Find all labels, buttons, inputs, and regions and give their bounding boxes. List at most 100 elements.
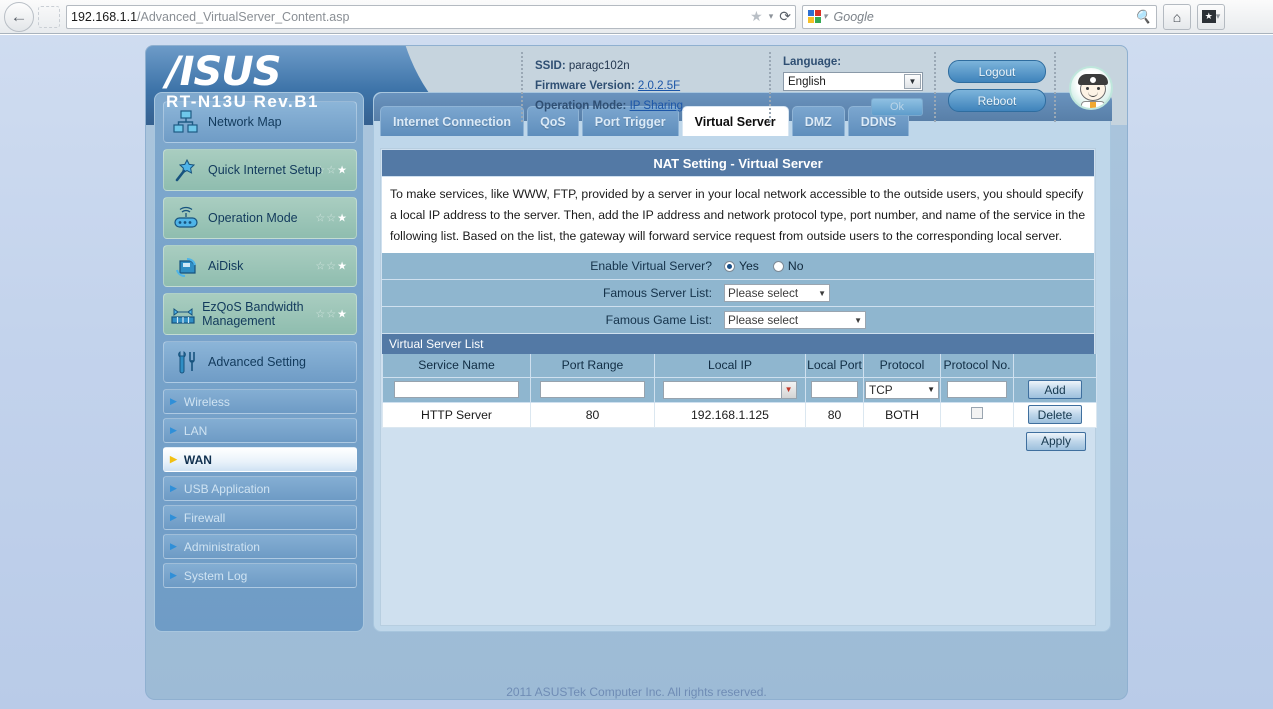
home-button[interactable]: ⌂ <box>1163 3 1191 30</box>
home-icon: ⌂ <box>1172 8 1182 25</box>
ssid-line: SSID: paragc102n <box>535 56 757 76</box>
operation-mode-label: Operation Mode: <box>535 100 627 112</box>
setting-label: Famous Server List: <box>602 286 712 300</box>
cell-port-range-input[interactable] <box>530 376 655 403</box>
sidebar-item-administration[interactable]: ▶ Administration <box>163 534 357 559</box>
device-info: SSID: paragc102n Firmware Version: 2.0.2… <box>521 52 771 122</box>
sidebar-item-stars: ☆☆★ <box>315 308 348 321</box>
doctor-mascot-icon <box>1069 66 1113 110</box>
search-engine-chevron-icon[interactable]: ▾ <box>823 11 828 22</box>
triangle-right-icon: ▶ <box>170 541 177 551</box>
radio-no[interactable]: No <box>772 259 804 273</box>
service-name-input[interactable] <box>394 381 519 398</box>
tools-icon <box>164 350 208 374</box>
famous-game-list-value: Please select <box>728 313 799 327</box>
radio-no-icon <box>772 260 784 272</box>
chevron-down-icon[interactable]: ▼ <box>780 381 796 398</box>
sidebar-item-label: Quick Internet Setup <box>208 163 322 177</box>
cell-protocol-no-input[interactable] <box>940 376 1014 403</box>
cell-service-name-input[interactable] <box>382 376 531 403</box>
sidebar-item-wan[interactable]: ▶ WAN <box>163 447 357 472</box>
protocol-no-input[interactable] <box>946 381 1008 398</box>
sidebar-item-stars: ☆☆★ <box>315 260 348 273</box>
column-header-port-range: Port Range <box>530 354 655 378</box>
table-entry-row: ▼ TCP ▼ Add <box>382 376 1097 403</box>
local-ip-input[interactable]: ▼ <box>663 380 797 399</box>
cell-port-range: 80 <box>530 401 655 428</box>
sidebar-item-label: Operation Mode <box>208 211 298 225</box>
protocol-selected-value: TCP <box>869 382 893 397</box>
bookmark-star-icon[interactable]: ★ <box>750 8 763 25</box>
content-panel: Internet Connection QoS Port Trigger Vir… <box>373 92 1112 632</box>
back-button[interactable]: ← <box>4 1 34 32</box>
url-path: /Advanced_VirtualServer_Content.asp <box>137 9 350 24</box>
router-model: RT-N13U Rev.B1 <box>166 92 319 111</box>
sidebar-item-stars: ☆☆★ <box>315 212 348 225</box>
delete-button[interactable]: Delete <box>1028 405 1082 424</box>
sidebar-item-label: USB Application <box>183 481 270 496</box>
row-checkbox[interactable] <box>971 407 983 419</box>
sidebar-item-operation-mode[interactable]: Operation Mode ☆☆★ <box>163 197 357 239</box>
sidebar-item-firewall[interactable]: ▶ Firewall <box>163 505 357 530</box>
cell-protocol-select[interactable]: TCP ▼ <box>863 376 941 403</box>
browser-toolbar: ← 192.168.1.1 /Advanced_VirtualServer_Co… <box>0 0 1273 34</box>
add-button[interactable]: Add <box>1028 380 1082 399</box>
router-icon <box>164 206 208 230</box>
bookmarks-button[interactable]: ★ ▾ <box>1197 3 1225 30</box>
tab-label: Internet Connection <box>393 114 512 129</box>
address-bar[interactable]: 192.168.1.1 /Advanced_VirtualServer_Cont… <box>66 4 796 29</box>
sidebar-item-label: Network Map <box>208 115 282 129</box>
famous-game-list-select[interactable]: Please select ▼ <box>724 311 866 329</box>
port-range-input[interactable] <box>540 381 645 398</box>
search-placeholder: Google <box>833 9 874 24</box>
language-ok-button[interactable]: Ok <box>871 98 923 116</box>
sidebar-item-usb-application[interactable]: ▶ USB Application <box>163 476 357 501</box>
sidebar-item-label: Advanced Setting <box>208 355 306 369</box>
sidebar-item-aidisk[interactable]: AiDisk ☆☆★ <box>163 245 357 287</box>
sidebar-item-label: System Log <box>183 568 248 583</box>
reboot-button[interactable]: Reboot <box>948 89 1046 112</box>
chevron-down-icon: ▼ <box>927 385 935 394</box>
firmware-label: Firmware Version: <box>535 80 635 92</box>
chevron-down-icon: ▼ <box>818 288 826 298</box>
sidebar-item-lan[interactable]: ▶ LAN <box>163 418 357 443</box>
reload-icon[interactable]: ⟳ <box>779 8 791 25</box>
back-arrow-icon: ← <box>10 6 28 26</box>
sidebar-item-label: Wireless <box>183 394 230 409</box>
column-header-protocol-no: Protocol No. <box>940 354 1014 378</box>
sidebar-navigation: Network Map Quick Internet Setup ☆☆★ Ope… <box>154 92 364 632</box>
chevron-down-icon[interactable]: ▾ <box>769 11 774 22</box>
triangle-right-icon: ▶ <box>170 396 177 406</box>
table-row: HTTP Server 80 192.168.1.125 80 BOTH Del… <box>382 401 1097 428</box>
protocol-select[interactable]: TCP ▼ <box>865 380 939 399</box>
sidebar-item-wireless[interactable]: ▶ Wireless <box>163 389 357 414</box>
column-header-local-port: Local Port <box>805 354 864 378</box>
ssid-value: paragc102n <box>568 60 630 72</box>
cell-local-ip-input[interactable]: ▼ <box>654 376 806 403</box>
sidebar-item-ezqos-bandwidth-management[interactable]: EzQoS Bandwidth Management ☆☆★ <box>163 293 357 335</box>
sidebar-item-quick-internet-setup[interactable]: Quick Internet Setup ☆☆★ <box>163 149 357 191</box>
apply-button[interactable]: Apply <box>1026 431 1086 451</box>
operation-mode-line: Operation Mode: IP Sharing <box>535 96 757 116</box>
famous-server-list-select[interactable]: Please select ▼ <box>724 284 830 302</box>
sidebar-item-system-log[interactable]: ▶ System Log <box>163 563 357 588</box>
radio-no-label: No <box>787 259 804 273</box>
language-select[interactable]: English ▼ <box>783 72 923 91</box>
forward-button-placeholder[interactable] <box>38 5 60 28</box>
firmware-version-link[interactable]: 2.0.2.5F <box>638 80 680 92</box>
tab-internet-connection[interactable]: Internet Connection <box>380 106 525 136</box>
setting-row-famous-server-list: Famous Server List: Please select ▼ <box>382 280 1094 307</box>
radio-yes[interactable]: Yes <box>724 259 759 273</box>
logout-button[interactable]: Logout <box>948 60 1046 83</box>
table-header-row: Service Name Port Range Local IP Local P… <box>382 354 1097 378</box>
sidebar-item-advanced-setting[interactable]: Advanced Setting <box>163 341 357 383</box>
cell-local-port-input[interactable] <box>805 376 864 403</box>
router-admin-ui: /ISUS RT-N13U Rev.B1 SSID: paragc102n Fi… <box>145 45 1128 700</box>
sidebar-sub-menu: ▶ Wireless ▶ LAN ▶ WAN ▶ USB Application… <box>163 389 357 588</box>
local-port-input[interactable] <box>810 381 859 398</box>
chevron-down-icon[interactable]: ▼ <box>904 74 921 89</box>
search-input[interactable]: ▾ Google 🔍 <box>802 4 1157 29</box>
setting-row-famous-game-list: Famous Game List: Please select ▼ <box>382 307 1094 334</box>
search-icon[interactable]: 🔍 <box>1135 9 1151 25</box>
operation-mode-link[interactable]: IP Sharing <box>630 100 684 112</box>
